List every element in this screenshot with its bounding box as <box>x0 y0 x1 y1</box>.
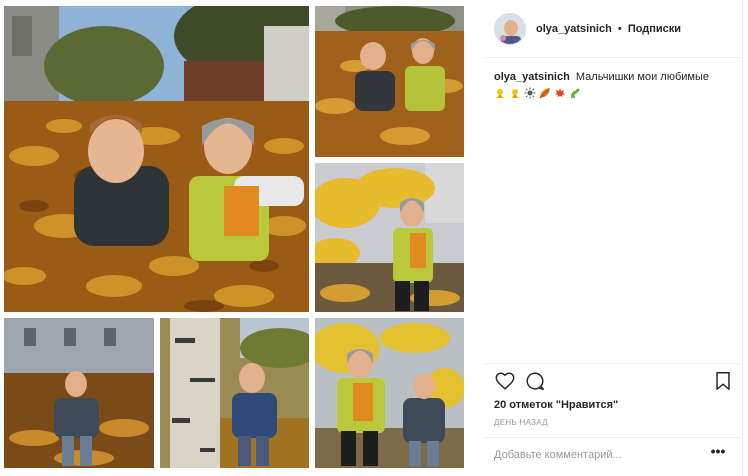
chick-emoji <box>496 89 504 98</box>
photo-middle-right-boy-tree[interactable] <box>315 163 464 312</box>
caption-text: Мальчишки мои любимые <box>575 71 710 83</box>
post-header: olya_yatsinich • Подписки <box>484 0 740 58</box>
post-info-panel: olya_yatsinich • Подписки olya_yatsinich… <box>484 0 740 476</box>
comment-input[interactable] <box>494 446 704 464</box>
maple-leaf-emoji <box>555 88 565 97</box>
actions-separator <box>484 363 740 364</box>
photo-bottom-right-two-boys[interactable] <box>315 318 464 468</box>
post-timestamp[interactable]: ДЕНЬ НАЗАД <box>494 418 548 427</box>
photo-bottom-middle-boy-birch[interactable] <box>160 318 309 468</box>
caption-username[interactable]: olya_yatsinich <box>494 71 570 83</box>
header-text: olya_yatsinich • Подписки <box>536 23 681 35</box>
photo-bottom-left-boy-building[interactable] <box>4 318 154 468</box>
header-separator: • <box>617 22 622 35</box>
avatar[interactable] <box>494 12 526 45</box>
herb-emoji <box>570 88 580 99</box>
post-actions <box>492 370 732 394</box>
photo-top-right-boys-playing[interactable] <box>315 6 464 157</box>
author-username[interactable]: olya_yatsinich <box>536 23 612 35</box>
instagram-post: olya_yatsinich • Подписки olya_yatsinich… <box>0 0 748 476</box>
caption: olya_yatsinich Мальчишки мои любимые <box>494 70 734 99</box>
following-button[interactable]: Подписки <box>628 23 681 35</box>
bookmark-icon[interactable] <box>712 370 734 392</box>
photo-large-two-boys-in-leaves[interactable] <box>4 6 309 312</box>
right-edge-border <box>742 0 748 476</box>
heart-icon[interactable] <box>494 370 516 392</box>
likes-count[interactable]: 20 отметок "Нравится" <box>494 399 618 411</box>
photo-collage[interactable] <box>0 0 470 476</box>
chick-emoji <box>511 89 519 98</box>
comment-separator <box>484 437 740 438</box>
comment-icon[interactable] <box>524 370 546 392</box>
caption-emojis <box>494 87 734 99</box>
sun-emoji <box>524 87 536 99</box>
more-options-icon[interactable]: ••• <box>708 444 728 462</box>
leaf-emoji <box>539 88 550 99</box>
